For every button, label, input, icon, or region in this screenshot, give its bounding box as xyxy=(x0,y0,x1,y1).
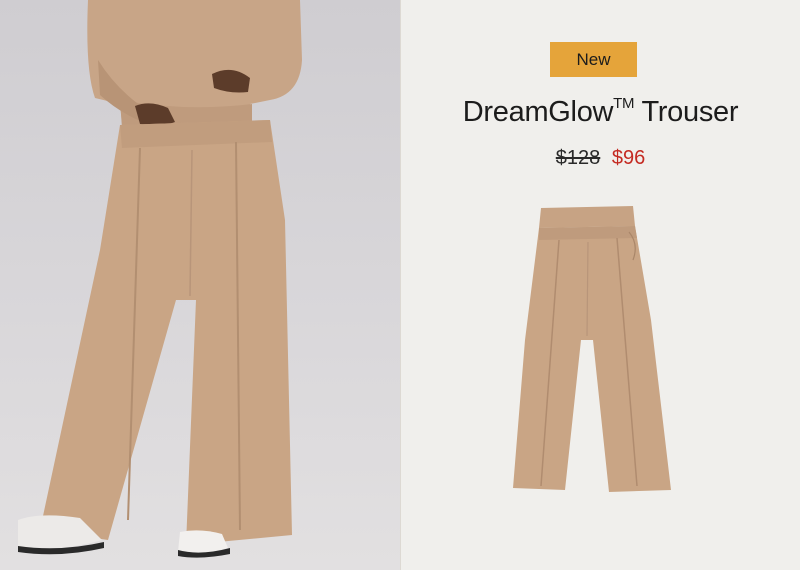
sale-price: $96 xyxy=(611,147,646,169)
product-name-suffix: Trouser xyxy=(634,96,739,128)
product-name: DreamGlow xyxy=(462,96,614,128)
original-price: $128 xyxy=(555,147,601,169)
product-image[interactable] xyxy=(501,200,701,505)
new-badge-label: New xyxy=(576,49,611,69)
product-panel: New DreamGlowTM Trouser $128 $96 xyxy=(401,0,800,570)
model-photo xyxy=(0,0,400,570)
trademark-mark: TM xyxy=(613,95,635,113)
price-row: $128 $96 xyxy=(401,147,800,170)
product-title[interactable]: DreamGlowTM Trouser xyxy=(401,95,800,129)
new-badge: New xyxy=(550,42,637,77)
model-illustration xyxy=(18,0,302,558)
